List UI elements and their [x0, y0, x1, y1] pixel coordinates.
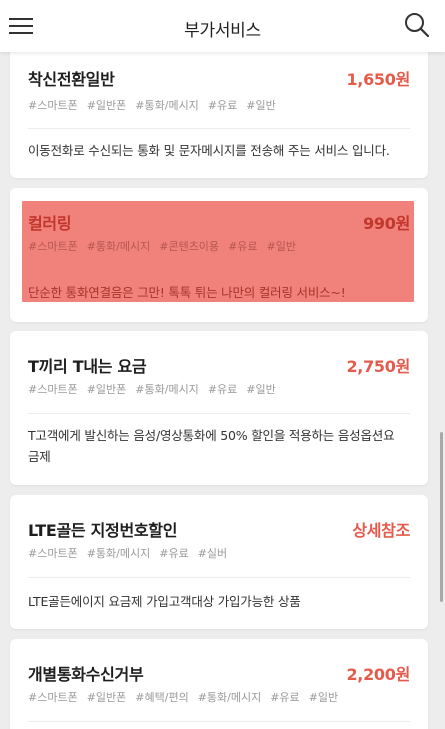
service-card-highlighted[interactable]: 컬러링 990원 #스마트폰 #통화/메시지 #콘텐츠이용 #유료 #일반 단순한 통화… [10, 188, 428, 322]
tag[interactable]: #일반 [267, 240, 296, 253]
tag[interactable]: #일반폰 [87, 99, 127, 112]
service-tags: #스마트폰 #일반폰 #통화/메시지 #유료 #일반 [28, 381, 285, 397]
service-card[interactable]: LTE골든 지정번호할인 상세참조 #스마트폰 #통화/메시지 #유료 #실버 LTE… [10, 495, 428, 629]
tag[interactable]: #스마트폰 [28, 547, 78, 560]
service-name: 착신전환일반 [28, 70, 115, 89]
search-icon[interactable] [403, 11, 431, 39]
service-price: 990원 [363, 214, 410, 233]
tag[interactable]: #통화/메시지 [87, 547, 151, 560]
service-name: 개별통화수신거부 [28, 665, 144, 684]
tag[interactable]: #실버 [198, 547, 227, 560]
service-price: 2,750원 [346, 357, 410, 376]
service-card[interactable]: 개별통화수신거부 2,200원 #스마트폰 #일반폰 #혜택/편의 #통화/메시지 #유… [10, 639, 428, 729]
service-tags: #스마트폰 #통화/메시지 #콘텐츠이용 #유료 #일반 [28, 238, 305, 254]
service-card[interactable]: T끼리 T내는 요금 2,750원 #스마트폰 #일반폰 #통화/메시지 #유료 #일반… [10, 331, 428, 485]
service-tags: #스마트폰 #일반폰 #통화/메시지 #유료 #일반 [28, 97, 285, 113]
page-title: 부가서비스 [184, 21, 261, 41]
service-tags: #스마트폰 #통화/메시지 #유료 #실버 [28, 545, 236, 561]
service-description: T고객에게 발신하는 음성/영상통화에 50% 할인을 적용하는 음성옵션요금제 [28, 428, 395, 464]
service-price: 상세참조 [352, 521, 410, 540]
service-name: 컬러링 [28, 214, 72, 233]
app-header: 부가서비스 [0, 0, 445, 52]
divider [28, 413, 410, 414]
tag[interactable]: #일반폰 [87, 691, 127, 704]
tag[interactable]: #혜택/편의 [135, 691, 188, 704]
tag[interactable]: #유료 [208, 99, 237, 112]
service-card[interactable]: 착신전환일반 1,650원 #스마트폰 #일반폰 #통화/메시지 #유료 #일반 이동전… [10, 52, 428, 178]
divider [28, 721, 410, 722]
service-list[interactable]: 착신전환일반 1,650원 #스마트폰 #일반폰 #통화/메시지 #유료 #일반 이동전… [0, 52, 445, 729]
tag[interactable]: #통화/메시지 [198, 691, 262, 704]
tag[interactable]: #콘텐츠이용 [159, 240, 219, 253]
tag[interactable]: #일반 [246, 99, 275, 112]
tag[interactable]: #스마트폰 [28, 240, 78, 253]
tag[interactable]: #유료 [159, 547, 188, 560]
tag[interactable]: #스마트폰 [28, 383, 78, 396]
service-tags: #스마트폰 #일반폰 #혜택/편의 #통화/메시지 #유료 #일반 [28, 689, 347, 705]
divider [28, 128, 410, 129]
tag[interactable]: #통화/메시지 [135, 99, 199, 112]
service-price: 2,200원 [346, 665, 410, 684]
service-description: 이동전화로 수신되는 통화 및 문자메시지를 전송해 주는 서비스 입니다. [28, 143, 390, 158]
divider [28, 577, 410, 578]
service-name: T끼리 T내는 요금 [28, 357, 147, 376]
scrollbar[interactable] [440, 432, 443, 602]
tag[interactable]: #통화/메시지 [87, 240, 151, 253]
tag[interactable]: #일반 [309, 691, 338, 704]
tag[interactable]: #일반폰 [87, 383, 127, 396]
tag[interactable]: #유료 [228, 240, 257, 253]
tag[interactable]: #유료 [270, 691, 299, 704]
tag[interactable]: #스마트폰 [28, 99, 78, 112]
service-description: 단순한 통화연결음은 그만! 톡톡 튀는 나만의 컬러링 서비스~! [28, 285, 346, 300]
tag[interactable]: #스마트폰 [28, 691, 78, 704]
service-name: LTE골든 지정번호할인 [28, 521, 178, 540]
tag[interactable]: #유료 [208, 383, 237, 396]
service-price: 1,650원 [346, 70, 410, 89]
service-description: LTE골든에이지 요금제 가입고객대상 가입가능한 상품 [28, 594, 301, 609]
tag[interactable]: #일반 [246, 383, 275, 396]
tag[interactable]: #통화/메시지 [135, 383, 199, 396]
